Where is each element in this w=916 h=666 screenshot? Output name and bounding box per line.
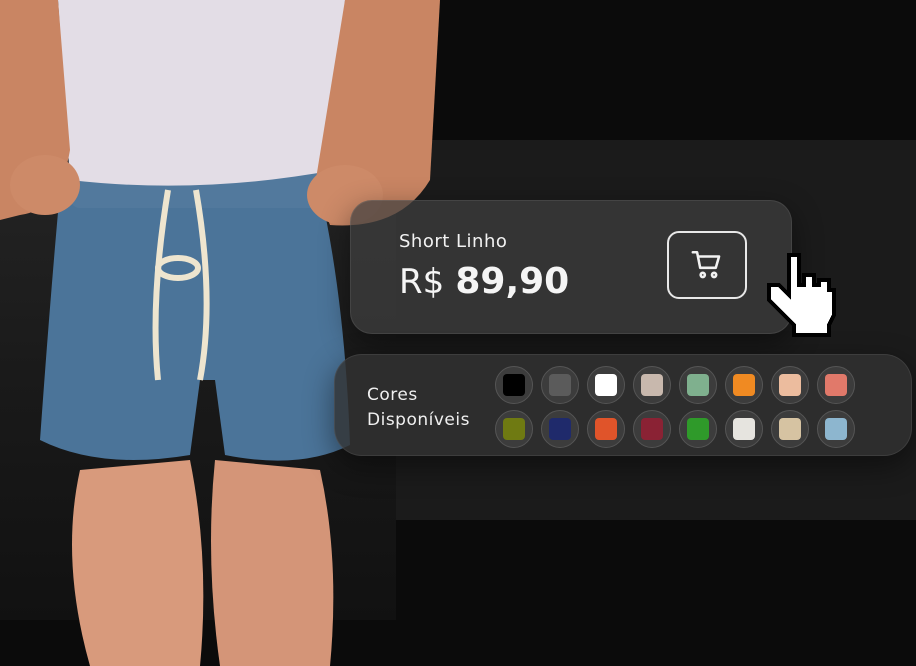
color-swatch[interactable] (587, 410, 625, 448)
color-swatch-fill (825, 418, 847, 440)
color-swatch-fill (641, 374, 663, 396)
color-swatch[interactable] (817, 410, 855, 448)
color-swatch-grid (495, 366, 855, 448)
color-swatch-fill (687, 418, 709, 440)
colors-label: Cores Disponíveis (367, 383, 497, 433)
color-swatch[interactable] (771, 366, 809, 404)
color-swatch[interactable] (725, 366, 763, 404)
color-swatch[interactable] (495, 366, 533, 404)
cart-icon (691, 250, 721, 279)
color-swatch-fill (825, 374, 847, 396)
color-swatch-fill (549, 374, 571, 396)
color-swatch[interactable] (495, 410, 533, 448)
color-swatch[interactable] (817, 366, 855, 404)
colors-label-line1: Cores (367, 385, 418, 405)
color-swatch[interactable] (679, 410, 717, 448)
color-swatch-fill (503, 374, 525, 396)
color-swatch[interactable] (541, 410, 579, 448)
color-swatch[interactable] (633, 410, 671, 448)
color-swatch-fill (595, 418, 617, 440)
color-swatch-fill (641, 418, 663, 440)
color-swatch-fill (779, 418, 801, 440)
price-amount: 89,90 (455, 261, 570, 302)
color-swatch[interactable] (679, 366, 717, 404)
price: R$ 89,90 (399, 261, 569, 302)
color-swatch-fill (549, 418, 571, 440)
color-swatch[interactable] (725, 410, 763, 448)
color-swatch-fill (733, 374, 755, 396)
color-swatch-fill (779, 374, 801, 396)
price-currency: R$ (399, 262, 445, 302)
color-swatch-fill (733, 418, 755, 440)
colors-label-line2: Disponíveis (367, 410, 470, 430)
color-swatch[interactable] (633, 366, 671, 404)
color-swatch[interactable] (587, 366, 625, 404)
color-swatch[interactable] (541, 366, 579, 404)
available-colors-card: Cores Disponíveis (334, 354, 912, 456)
color-swatch-fill (503, 418, 525, 440)
color-swatch-fill (687, 374, 709, 396)
add-to-cart-button[interactable] (667, 231, 747, 299)
color-swatch[interactable] (771, 410, 809, 448)
product-name: Short Linho (399, 231, 508, 252)
color-swatch-fill (595, 374, 617, 396)
pointer-hand-icon (767, 253, 836, 337)
price-card: Short Linho R$ 89,90 (350, 200, 792, 334)
